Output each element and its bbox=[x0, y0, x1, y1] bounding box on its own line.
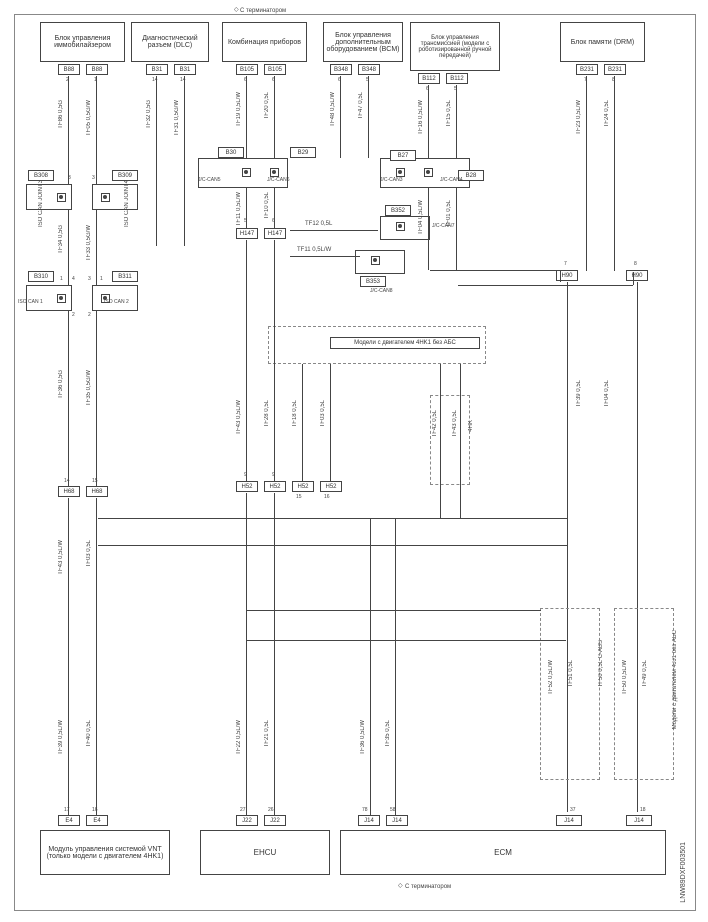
conn-h68-1: H68 bbox=[58, 486, 80, 497]
conn-j14-3: J14 bbox=[556, 815, 582, 826]
iso-can1 bbox=[26, 285, 72, 311]
label-terminator-bottom: С терминатором bbox=[405, 884, 451, 890]
conn-b88-1: B88 bbox=[58, 64, 80, 75]
conn-h68-2: H68 bbox=[86, 486, 108, 497]
conn-h52-2: H52 bbox=[264, 481, 286, 492]
conn-j14-2: J14 bbox=[386, 815, 408, 826]
conn-j14-4: J14 bbox=[626, 815, 652, 826]
box-ehcu: EHCU bbox=[200, 830, 330, 875]
box-bcm: Блок управления дополнительным оборудова… bbox=[323, 22, 403, 62]
conn-b88-2: B88 bbox=[86, 64, 108, 75]
conn-j22-2: J22 bbox=[264, 815, 286, 826]
conn-b112-2: B112 bbox=[446, 73, 468, 84]
conn-e4-1: E4 bbox=[58, 815, 80, 826]
conn-e4-2: E4 bbox=[86, 815, 108, 826]
box-drm: Блок памяти (DRM) bbox=[560, 22, 645, 62]
conn-b348-2: B348 bbox=[358, 64, 380, 75]
box-transmission: Блок управления трансмиссией (модели с р… bbox=[410, 22, 500, 71]
doc-id: LNW89DXF003501 bbox=[680, 842, 687, 903]
box-dlc: Диагностический разъем (DLC) bbox=[131, 22, 209, 62]
box-immobilizer: Блок управления иммобилайзером bbox=[40, 22, 125, 62]
jc-can8 bbox=[355, 250, 405, 274]
conn-h52-4: H52 bbox=[320, 481, 342, 492]
conn-h147-2: H147 bbox=[264, 228, 286, 239]
box-ecm: ECM bbox=[340, 830, 666, 875]
conn-b105-2: B105 bbox=[264, 64, 286, 75]
conn-j22-1: J22 bbox=[236, 815, 258, 826]
label-terminator-top: С терминатором bbox=[240, 8, 286, 14]
conn-b348-1: B348 bbox=[330, 64, 352, 75]
iso-can-joint4 bbox=[92, 184, 138, 210]
conn-h52-3: H52 bbox=[292, 481, 314, 492]
iso-can2 bbox=[92, 285, 138, 311]
conn-b231-1: B231 bbox=[576, 64, 598, 75]
conn-j14-1: J14 bbox=[358, 815, 380, 826]
conn-b112-1: B112 bbox=[418, 73, 440, 84]
box-vnt: Модуль управления системой VNT (только м… bbox=[40, 830, 170, 875]
conn-h90-2: H90 bbox=[626, 270, 648, 281]
box-cluster: Комбинация приборов bbox=[222, 22, 307, 62]
iso-can-joint3 bbox=[26, 184, 72, 210]
dashed-4hk-small bbox=[430, 395, 470, 485]
conn-b105-1: B105 bbox=[236, 64, 258, 75]
conn-h147-1: H147 bbox=[236, 228, 258, 239]
conn-b231-2: B231 bbox=[604, 64, 626, 75]
conn-b31-1: B31 bbox=[146, 64, 168, 75]
conn-h52-1: H52 bbox=[236, 481, 258, 492]
conn-b31-2: B31 bbox=[174, 64, 196, 75]
